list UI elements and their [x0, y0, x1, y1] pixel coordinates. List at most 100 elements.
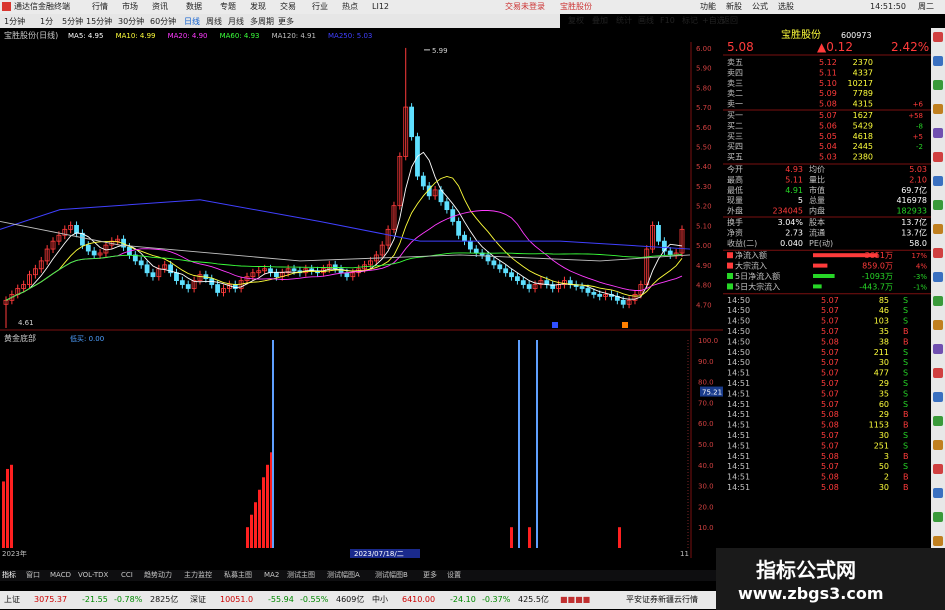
candle[interactable] — [150, 272, 156, 278]
candle[interactable] — [174, 272, 179, 282]
indicator-tab[interactable]: 测试幅图B — [375, 571, 408, 579]
index-name[interactable]: 上证 — [4, 595, 20, 604]
candle[interactable] — [215, 284, 221, 293]
candle[interactable] — [179, 280, 185, 285]
menu-item-8[interactable]: 热点 — [342, 2, 358, 11]
candle[interactable] — [579, 286, 585, 289]
candle[interactable] — [91, 250, 97, 256]
side-tool-icon[interactable] — [933, 248, 943, 258]
side-tool-icon[interactable] — [933, 464, 943, 474]
indicator-tab[interactable]: VOL-TDX — [78, 571, 108, 579]
side-tool-icon[interactable] — [933, 224, 943, 234]
side-tool-icon[interactable] — [933, 512, 943, 522]
candle[interactable] — [667, 250, 673, 256]
side-tool-icon[interactable] — [933, 200, 943, 210]
candle[interactable] — [515, 276, 520, 282]
candle[interactable] — [503, 268, 509, 274]
side-tool-icon[interactable] — [933, 32, 943, 42]
menu-item-0[interactable]: 行情 — [92, 2, 108, 11]
side-tool-icon[interactable] — [933, 488, 943, 498]
candle[interactable] — [526, 284, 532, 289]
candle[interactable] — [450, 209, 456, 222]
indicator-tab[interactable]: 设置 — [447, 571, 461, 579]
candle[interactable] — [444, 201, 450, 211]
indicator-tab[interactable]: 私募主图 — [224, 571, 252, 579]
toolbar-button-2[interactable]: 统计 — [616, 16, 632, 25]
ob-vol: 4315 — [853, 100, 873, 109]
menu-item-7[interactable]: 行业 — [312, 2, 328, 11]
side-tool-icon[interactable] — [933, 536, 943, 546]
menu-item-6[interactable]: 交易 — [280, 2, 296, 11]
side-tool-icon[interactable] — [933, 176, 943, 186]
side-tool-icon[interactable] — [933, 152, 943, 162]
toolbar-button-0[interactable]: 复权 — [568, 16, 584, 25]
menu-item-1[interactable]: 市场 — [122, 2, 138, 11]
candle[interactable] — [332, 264, 338, 270]
candle[interactable] — [420, 175, 426, 187]
side-tool-icon[interactable] — [933, 440, 943, 450]
candle[interactable] — [409, 106, 415, 138]
toolbar-button-3[interactable]: 画线 — [638, 16, 654, 25]
kline-chart[interactable]: 宝胜股份(日线) MA5: 4.95 MA10: 4.99 MA20: 4.90 MA6… — [0, 28, 728, 558]
side-tool-icon[interactable] — [933, 104, 943, 114]
candle[interactable] — [491, 260, 497, 266]
menu-item-5[interactable]: 发现 — [250, 2, 266, 11]
indicator-tab[interactable]: 测试主图 — [287, 571, 315, 579]
candle[interactable] — [497, 264, 503, 270]
candle[interactable] — [467, 240, 473, 250]
indicator-tab[interactable]: MACD — [50, 571, 71, 579]
toolbar-button-4[interactable]: F10 — [660, 16, 675, 25]
candle[interactable] — [585, 288, 591, 293]
menu-item-3[interactable]: 数据 — [186, 2, 202, 11]
quote-label: 收益(二) — [727, 238, 757, 248]
side-tool-icon[interactable] — [933, 272, 943, 282]
candle[interactable] — [473, 248, 479, 254]
indicator-tab[interactable]: MA2 — [264, 571, 279, 579]
side-tool-icon[interactable] — [933, 320, 943, 330]
indicator-tab[interactable]: 指标 — [2, 571, 16, 579]
side-tool-icon[interactable] — [933, 392, 943, 402]
side-tool-icon[interactable] — [933, 344, 943, 354]
side-toolbar[interactable] — [931, 28, 945, 578]
indicator-tab[interactable]: 窗口 — [26, 571, 40, 579]
index-name[interactable]: 深证 — [190, 595, 206, 604]
index-name[interactable]: 中小 — [372, 595, 388, 604]
candle[interactable] — [80, 232, 85, 246]
candle[interactable] — [520, 280, 526, 285]
toolbar-button-1[interactable]: 叠加 — [592, 16, 608, 25]
candle[interactable] — [185, 284, 191, 289]
side-tool-icon[interactable] — [933, 80, 943, 90]
candle[interactable] — [656, 224, 661, 242]
menu-item-4[interactable]: 专题 — [220, 2, 236, 11]
candle[interactable] — [291, 268, 297, 272]
candle[interactable] — [509, 272, 514, 278]
toolbar-button-5[interactable]: 标记 — [682, 16, 698, 25]
chart-area[interactable]: 宝胜股份(日线) MA5: 4.95 MA10: 4.99 MA20: 4.90 MA6… — [0, 28, 728, 558]
candle[interactable] — [85, 244, 91, 252]
indicator-tab[interactable]: CCI — [121, 571, 133, 579]
candle[interactable] — [74, 224, 79, 234]
indicator-tab[interactable]: 趋势动力 — [144, 571, 172, 579]
toolbar-button-7[interactable]: 返回 — [722, 16, 738, 25]
candle[interactable] — [144, 264, 150, 274]
candle[interactable] — [456, 221, 462, 236]
side-tool-icon[interactable] — [933, 368, 943, 378]
candle[interactable] — [661, 240, 667, 252]
menu-item-9[interactable]: LI12 — [372, 2, 389, 11]
candle[interactable] — [591, 292, 597, 295]
side-tool-icon[interactable] — [933, 416, 943, 426]
candle[interactable] — [273, 272, 279, 278]
candle[interactable] — [138, 260, 144, 266]
marker-icon[interactable] — [622, 322, 628, 328]
marker-icon[interactable] — [552, 322, 558, 328]
side-tool-icon[interactable] — [933, 296, 943, 306]
indicator-tab[interactable]: 测试幅图A — [327, 571, 360, 579]
candle[interactable] — [462, 234, 467, 242]
candle[interactable] — [620, 299, 626, 305]
side-tool-icon[interactable] — [933, 56, 943, 66]
indicator-tab[interactable]: 主力监控 — [184, 571, 212, 579]
menu-item-2[interactable]: 资讯 — [152, 2, 168, 11]
candle[interactable] — [597, 294, 603, 297]
side-tool-icon[interactable] — [933, 128, 943, 138]
indicator-tab[interactable]: 更多 — [423, 571, 437, 579]
